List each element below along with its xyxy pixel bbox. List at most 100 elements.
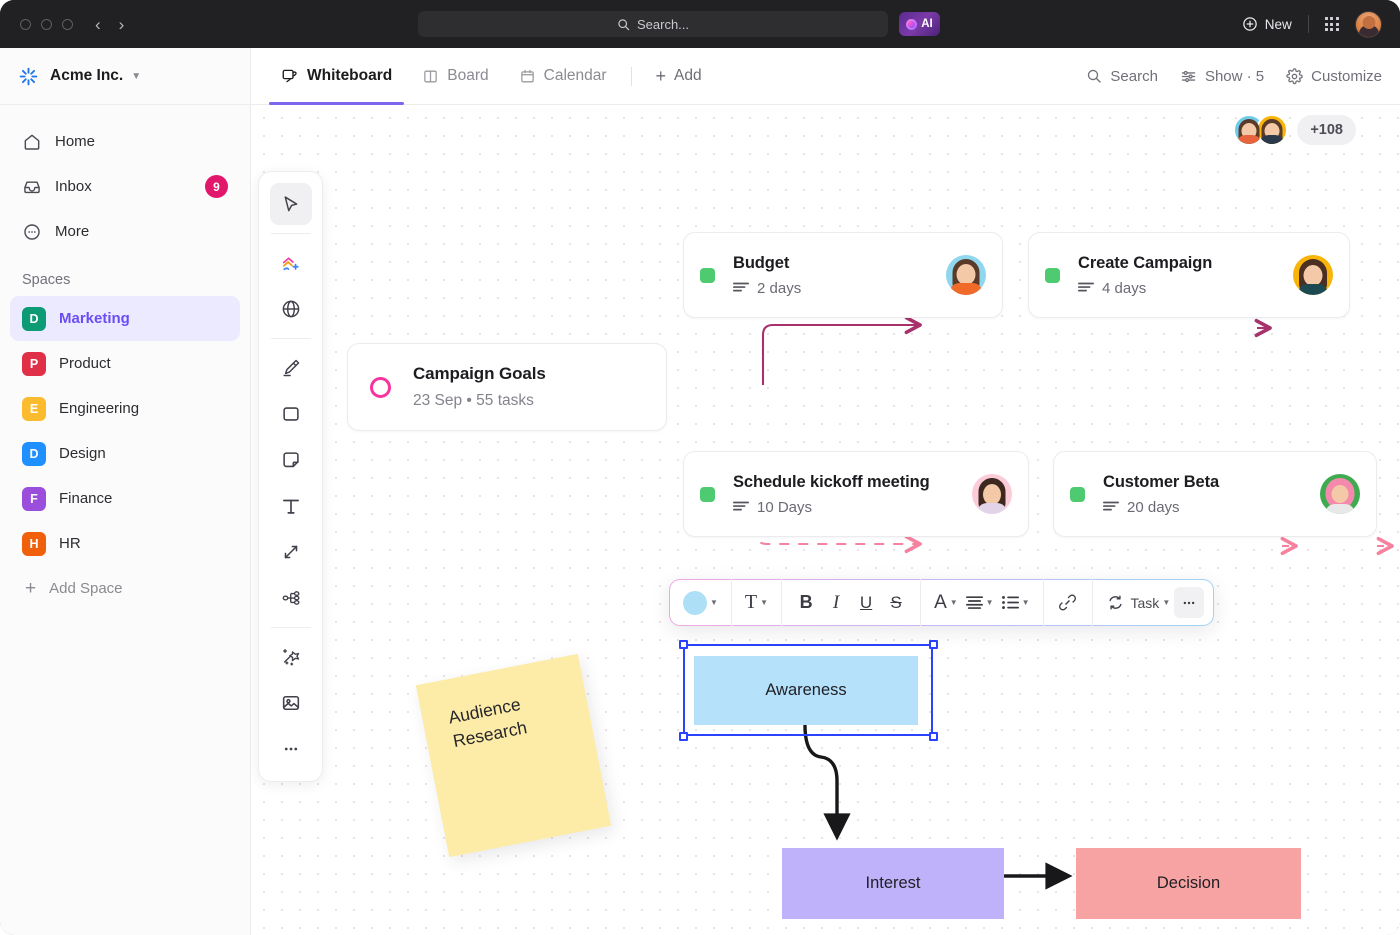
- rectangle-tool[interactable]: [270, 393, 312, 435]
- sticky-note-audience-research[interactable]: Audience Research: [415, 653, 612, 858]
- tab-add[interactable]: + Add: [644, 48, 714, 105]
- maximize-button[interactable]: [62, 18, 73, 30]
- task-assignee-avatar[interactable]: [946, 255, 986, 295]
- close-button[interactable]: [20, 18, 31, 30]
- chevron-down-icon[interactable]: ▼: [131, 71, 141, 82]
- link-button[interactable]: [1053, 587, 1083, 618]
- ai-button[interactable]: AI: [899, 12, 940, 36]
- sidebar-item-engineering[interactable]: E Engineering: [10, 386, 240, 431]
- add-space-button[interactable]: + Add Space: [10, 566, 240, 610]
- more-options-button[interactable]: [1174, 587, 1205, 618]
- sidebar-item-inbox[interactable]: Inbox 9: [10, 164, 240, 209]
- tabs-divider: [630, 66, 632, 86]
- format-group-task: Task ▼: [1091, 579, 1214, 626]
- chevron-down-icon[interactable]: ▼: [710, 598, 718, 607]
- task-card-budget[interactable]: Budget 2 days: [683, 232, 1003, 318]
- minimize-button[interactable]: [41, 18, 52, 30]
- task-card-customer-beta[interactable]: Customer Beta 20 days: [1053, 451, 1377, 537]
- highlighter-tool[interactable]: [270, 347, 312, 389]
- globe-tool[interactable]: [270, 288, 312, 330]
- sidebar-item-marketing-label: Marketing: [59, 310, 130, 327]
- workspace-selector[interactable]: Acme Inc. ▼: [0, 48, 250, 105]
- connector-tool[interactable]: [270, 531, 312, 573]
- whiteboard-canvas[interactable]: +108 Budget 2 days Create Campaign 4 day…: [251, 105, 1400, 935]
- more-tools-button[interactable]: [270, 728, 312, 770]
- task-assignee-avatar[interactable]: [972, 474, 1012, 514]
- sticky-note-tool[interactable]: [270, 439, 312, 481]
- cursor-tool[interactable]: [269, 183, 312, 225]
- task-assignee-avatar[interactable]: [1320, 474, 1360, 514]
- font-button[interactable]: T ▼: [741, 587, 772, 618]
- text-color-button[interactable]: A ▼: [930, 587, 962, 618]
- tab-calendar[interactable]: Calendar: [507, 48, 619, 105]
- task-duration: 20 days: [1127, 498, 1180, 516]
- collaborators[interactable]: +108: [1233, 114, 1356, 146]
- sidebar-item-more[interactable]: More: [10, 209, 240, 254]
- task-card-schedule-kickoff[interactable]: Schedule kickoff meeting 10 Days: [683, 451, 1029, 537]
- window-controls[interactable]: [20, 18, 73, 30]
- underline-button[interactable]: U: [851, 587, 881, 618]
- forward-icon[interactable]: ›: [119, 16, 125, 33]
- align-button[interactable]: ▼: [962, 587, 998, 618]
- back-icon[interactable]: ‹: [95, 16, 101, 33]
- sidebar-item-design[interactable]: D Design: [10, 431, 240, 476]
- task-card-text: Schedule kickoff meeting 10 Days: [733, 473, 972, 516]
- view-search-button[interactable]: Search: [1086, 68, 1158, 85]
- resize-handle-br[interactable]: [929, 732, 938, 741]
- shape-decision[interactable]: Decision: [1076, 848, 1301, 919]
- sidebar-item-finance[interactable]: F Finance: [10, 476, 240, 521]
- strikethrough-button[interactable]: S: [881, 587, 911, 618]
- resize-handle-tl[interactable]: [679, 640, 688, 649]
- chevron-down-icon[interactable]: ▼: [950, 598, 958, 607]
- status-square: [700, 486, 715, 502]
- image-tool[interactable]: [270, 682, 312, 724]
- shape-interest[interactable]: Interest: [782, 848, 1004, 919]
- task-title: Schedule kickoff meeting: [733, 472, 930, 491]
- user-avatar[interactable]: [1355, 10, 1382, 38]
- sidebar-item-hr[interactable]: H HR: [10, 521, 240, 566]
- tab-whiteboard[interactable]: Whiteboard: [269, 48, 405, 105]
- task-assignee-avatar[interactable]: [1293, 255, 1333, 295]
- bold-button[interactable]: B: [791, 587, 821, 618]
- collaborators-overflow[interactable]: +108: [1297, 115, 1356, 145]
- tab-board[interactable]: Board: [410, 48, 500, 105]
- bold-label: B: [799, 592, 813, 612]
- chevron-down-icon[interactable]: ▼: [986, 598, 994, 607]
- apps-grid-icon[interactable]: [1324, 16, 1339, 32]
- global-search-input[interactable]: Search...: [418, 11, 888, 37]
- mindmap-tool[interactable]: [270, 577, 312, 619]
- sidebar-item-marketing[interactable]: D Marketing: [10, 296, 240, 341]
- gear-icon: [1286, 67, 1303, 84]
- draw-shape-tool[interactable]: [270, 242, 312, 284]
- sidebar-item-home[interactable]: Home: [10, 119, 240, 164]
- chevron-down-icon[interactable]: ▼: [1022, 598, 1030, 607]
- chevron-down-icon[interactable]: ▼: [760, 598, 768, 607]
- task-meta: 10 Days: [733, 499, 972, 516]
- convert-to-task-button[interactable]: Task ▼: [1102, 587, 1175, 618]
- tab-calendar-label: Calendar: [543, 67, 607, 84]
- text-tool[interactable]: [270, 485, 312, 527]
- italic-button[interactable]: I: [821, 587, 851, 618]
- show-icon: [1181, 70, 1196, 82]
- list-button[interactable]: ▼: [998, 587, 1034, 618]
- customize-button[interactable]: Customize: [1286, 68, 1382, 85]
- resize-handle-tr[interactable]: [929, 640, 938, 649]
- align-icon: [965, 596, 983, 609]
- task-card-text: Budget 2 days: [733, 254, 946, 297]
- sidebar-item-product[interactable]: P Product: [10, 341, 240, 386]
- fill-color-button[interactable]: ▼: [679, 587, 722, 618]
- chevron-down-icon[interactable]: ▼: [1162, 598, 1170, 607]
- search-icon: [618, 18, 630, 30]
- task-card-create-campaign[interactable]: Create Campaign 4 days: [1028, 232, 1350, 318]
- app-body: Acme Inc. ▼ Home Inbox 9 More Spaces D M…: [0, 48, 1400, 935]
- history-nav[interactable]: ‹ ›: [95, 16, 124, 33]
- magic-tool[interactable]: [270, 636, 312, 678]
- show-filter-button[interactable]: Show · 5: [1180, 68, 1264, 85]
- shape-awareness[interactable]: Awareness: [694, 656, 918, 725]
- goal-card-campaign-goals[interactable]: Campaign Goals 23 Sep • 55 tasks: [347, 343, 667, 431]
- new-button[interactable]: New: [1242, 16, 1292, 32]
- collaborator-avatar-2[interactable]: [1256, 114, 1289, 146]
- task-meta: 2 days: [733, 280, 946, 297]
- resize-handle-bl[interactable]: [679, 732, 688, 741]
- tab-add-label: Add: [674, 67, 702, 84]
